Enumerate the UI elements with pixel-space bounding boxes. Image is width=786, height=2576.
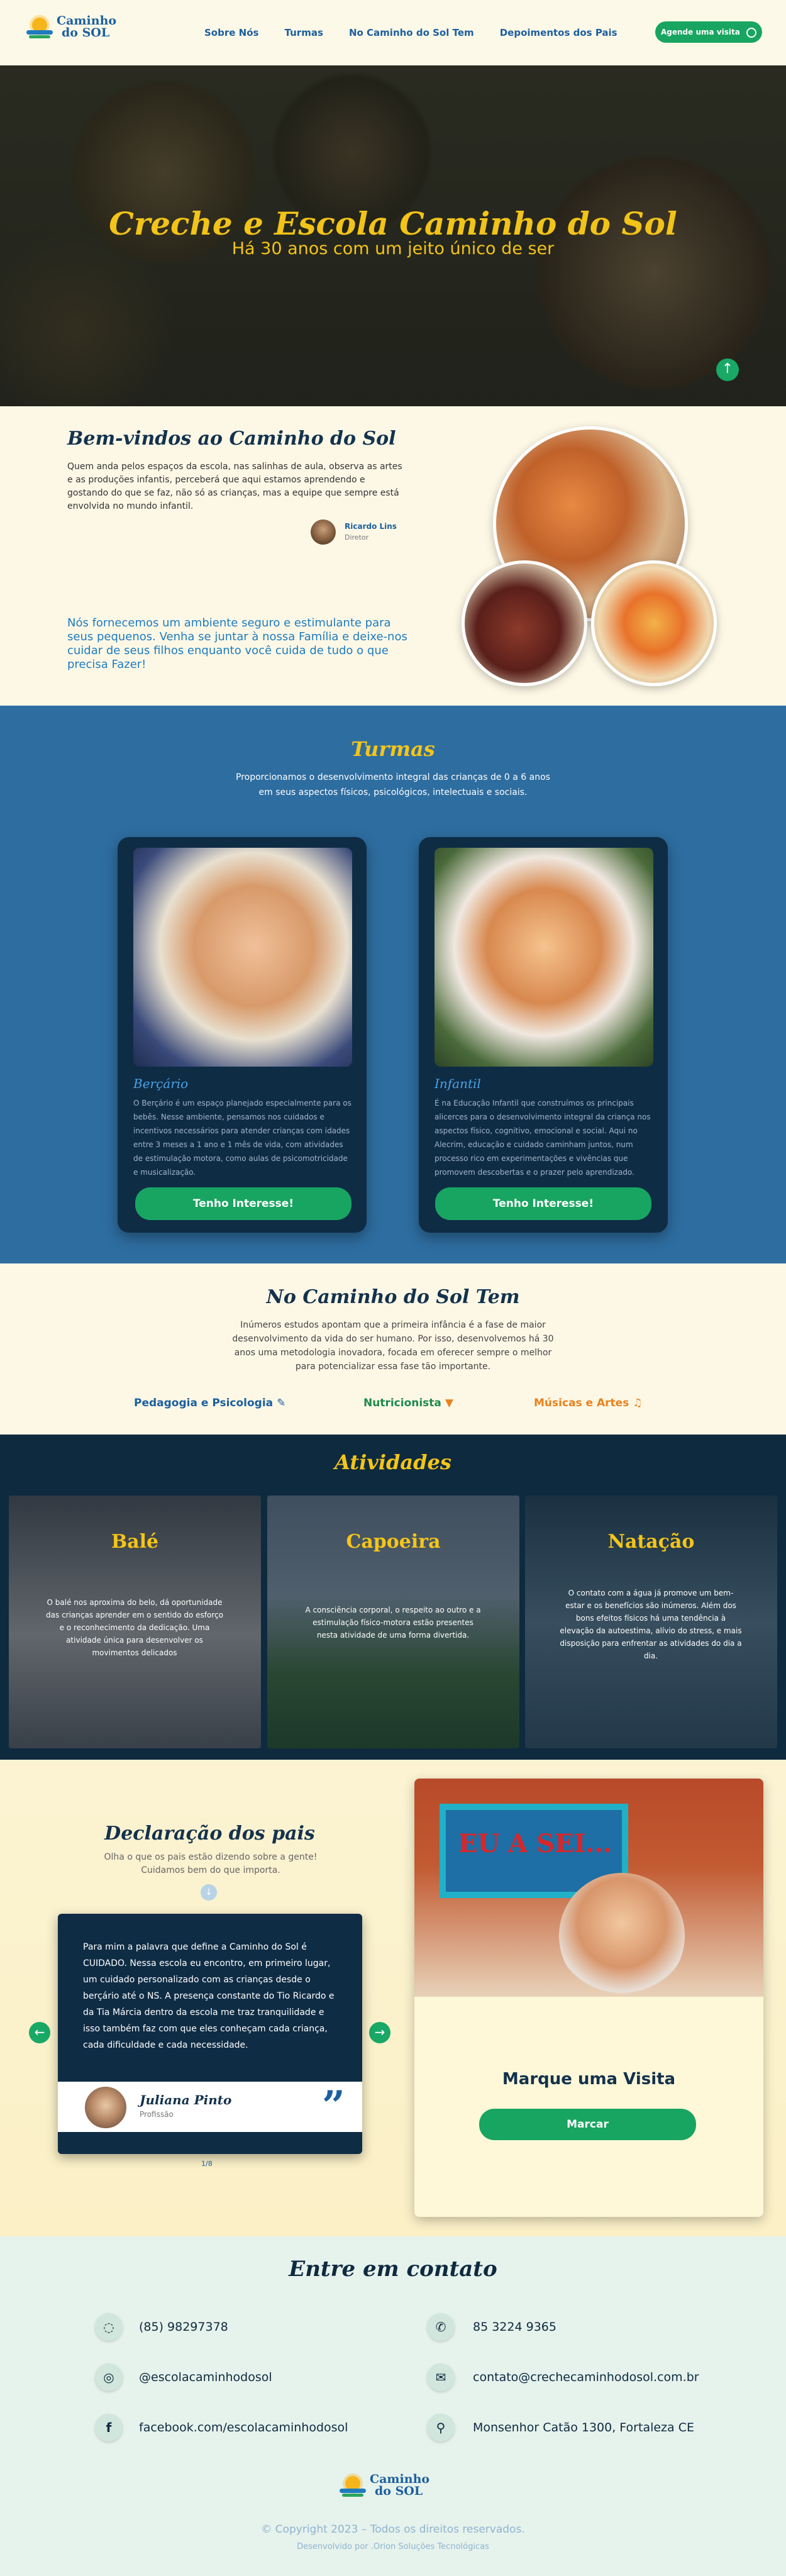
author-name: Ricardo Lins [345,522,397,531]
map-pin-icon: ⚲ [427,2414,455,2441]
contact-email[interactable]: contato@crechecaminhodosol.com.br [473,2370,699,2384]
item-nutricionista: Nutricionista ▼ [363,1397,453,1409]
welcome-paragraph: Quem anda pelos espaços da escola, nas s… [67,462,402,511]
infantil-photo [435,848,653,1067]
testimonial-name: Juliana Pinto [140,2092,232,2107]
caminho-section: No Caminho do Sol Tem Inúmeros estudos a… [0,1263,786,1435]
nav-turmas[interactable]: Turmas [285,27,323,38]
card-title: Infantil [435,1076,481,1091]
avatar [83,2085,128,2130]
turmas-subtitle: Proporcionamos o desenvolvimento integra… [236,772,550,797]
contact-phone[interactable]: 85 3224 9365 [473,2320,556,2334]
activity-capoeira: Capoeira A consciência corporal, o respe… [267,1496,519,1748]
logo-line2: do SOL [62,26,110,40]
facebook-icon: f [95,2414,123,2441]
pencil-icon: ✎ [277,1397,286,1409]
mail-icon: ✉ [427,2363,455,2391]
schedule-button[interactable]: Marcar [479,2109,696,2140]
turma-card-bercario: Berçário O Berçário é um espaço planejad… [118,837,367,1233]
contato-title: Entre em contato [289,2257,497,2282]
activity-text: O balé nos aproxima do belo, dá oportuni… [46,1598,223,1657]
welcome-highlight: Nós fornecemos um ambiente seguro e esti… [67,616,407,671]
interest-button-bercario[interactable]: Tenho Interesse! [135,1187,351,1220]
testimonial-role: Profissão [140,2110,174,2119]
visit-card: EU A SEI... Marque uma Visita Marcar [414,1779,763,2217]
nav-caminho[interactable]: No Caminho do Sol Tem [349,27,474,38]
instagram-icon: ◎ [95,2363,123,2391]
sun-logo-icon [26,14,53,40]
developer-credit[interactable]: Desenvolvido por .Orion Soluções Tecnoló… [0,2542,786,2551]
item-pedagogia: Pedagogia e Psicologia ✎ [134,1397,286,1409]
declaracao-subtitle: Olha o que os pais estão dizendo sobre a… [104,1852,318,1875]
child-visit-photo: EU A SEI... [414,1779,763,1999]
avatar [311,519,336,545]
guitar-icon: ♫ [633,1397,643,1409]
arrow-up-icon[interactable]: ↑ [716,358,739,381]
declaracao-section: Declaração dos pais Olha o que os pais e… [0,1760,786,2236]
main-nav: Sobre Nós Turmas No Caminho do Sol Tem D… [204,26,640,38]
turmas-section: Turmas Proporcionamos o desenvolvimento … [0,706,786,1263]
interest-button-infantil[interactable]: Tenho Interesse! [435,1187,651,1220]
next-arrow-icon[interactable]: → [369,2022,390,2043]
activity-text: A consciência corporal, o respeito ao ou… [305,1606,481,1640]
card-title: Berçário [133,1076,189,1091]
quote-icon: ” [322,2082,345,2129]
atividades-section: Atividades Balé O balé nos aproxima do b… [0,1435,786,1760]
contact-facebook[interactable]: facebook.com/escolacaminhodosol [139,2421,348,2434]
activity-natacao: Natação O contato com a água já promove … [525,1496,777,1748]
caminho-title: No Caminho do Sol Tem [266,1286,520,1308]
logo-line2: do SOL [375,2484,423,2498]
author-role: Diretor [345,533,369,541]
hero-title: Creche e Escola Caminho do Sol [109,205,677,242]
pagination[interactable]: 1/8 [201,2160,213,2168]
violin-photo [462,560,587,686]
welcome-section: Bem-vindos ao Caminho do Sol Quem anda p… [0,406,786,706]
activity-text: O contato com a água já promove um bem-e… [560,1589,742,1660]
activity-title: Capoeira [346,1531,441,1553]
nav-depoimentos[interactable]: Depoimentos dos Pais [500,27,617,38]
site-logo[interactable]: Caminho do SOL [26,14,116,40]
hero-subtitle: Há 30 anos com um jeito único de ser [231,239,555,258]
turma-card-infantil: Infantil É na Educação Infantil que cons… [419,837,668,1233]
contato-section: Entre em contato ◌ (85) 98297378 ◎ @esco… [0,2236,786,2576]
activity-title: Balé [111,1531,159,1553]
testimonial-card: Para mim a palavra que define a Caminho … [58,1914,362,2154]
visit-title: Marque uma Visita [502,2070,676,2089]
phone-icon: ✆ [427,2313,455,2341]
schedule-visit-button[interactable]: Agende uma visita [655,21,762,43]
prev-arrow-icon[interactable]: ← [29,2022,50,2043]
contact-whatsapp[interactable]: (85) 98297378 [139,2320,228,2334]
item-musicas: Músicas e Artes ♫ [534,1397,643,1409]
card-text: É na Educação Infantil que construímos o… [435,1099,651,1177]
footer-logo[interactable]: Caminho do SOL [340,2472,429,2499]
activity-title: Natação [607,1531,695,1553]
sun-logo-icon [340,2472,366,2499]
contact-instagram[interactable]: @escolacaminhodosol [139,2370,272,2384]
contact-address[interactable]: Monsenhor Catão 1300, Fortaleza CE [473,2421,694,2434]
caminho-text: Inúmeros estudos apontam que a primeira … [232,1320,554,1372]
turmas-title: Turmas [351,737,435,761]
site-header: Caminho do SOL Sobre Nós Turmas No Caminh… [0,0,786,65]
nav-sobre[interactable]: Sobre Nós [204,27,258,38]
atividades-title: Atividades [335,1450,451,1474]
carrot-icon: ▼ [445,1397,453,1409]
bercario-photo [133,848,352,1067]
whatsapp-icon: ◌ [95,2313,123,2341]
whatsapp-icon [746,27,756,38]
kids-playing-photo [591,560,717,686]
testimonial-text: Para mim a palavra que define a Caminho … [83,1942,335,2050]
visit-banner-text: EU A SEI... [458,1829,612,1858]
activity-bale: Balé O balé nos aproxima do belo, dá opo… [9,1496,261,1748]
card-text: O Berçário é um espaço planejado especia… [133,1099,351,1177]
arrow-down-icon[interactable]: ↓ [201,1884,217,1901]
declaracao-title: Declaração dos pais [104,1823,315,1845]
copyright: © Copyright 2023 – Todos os direitos res… [261,2523,525,2536]
hero-section: Creche e Escola Caminho do Sol Há 30 ano… [0,65,786,406]
welcome-title: Bem-vindos ao Caminho do Sol [67,428,396,450]
